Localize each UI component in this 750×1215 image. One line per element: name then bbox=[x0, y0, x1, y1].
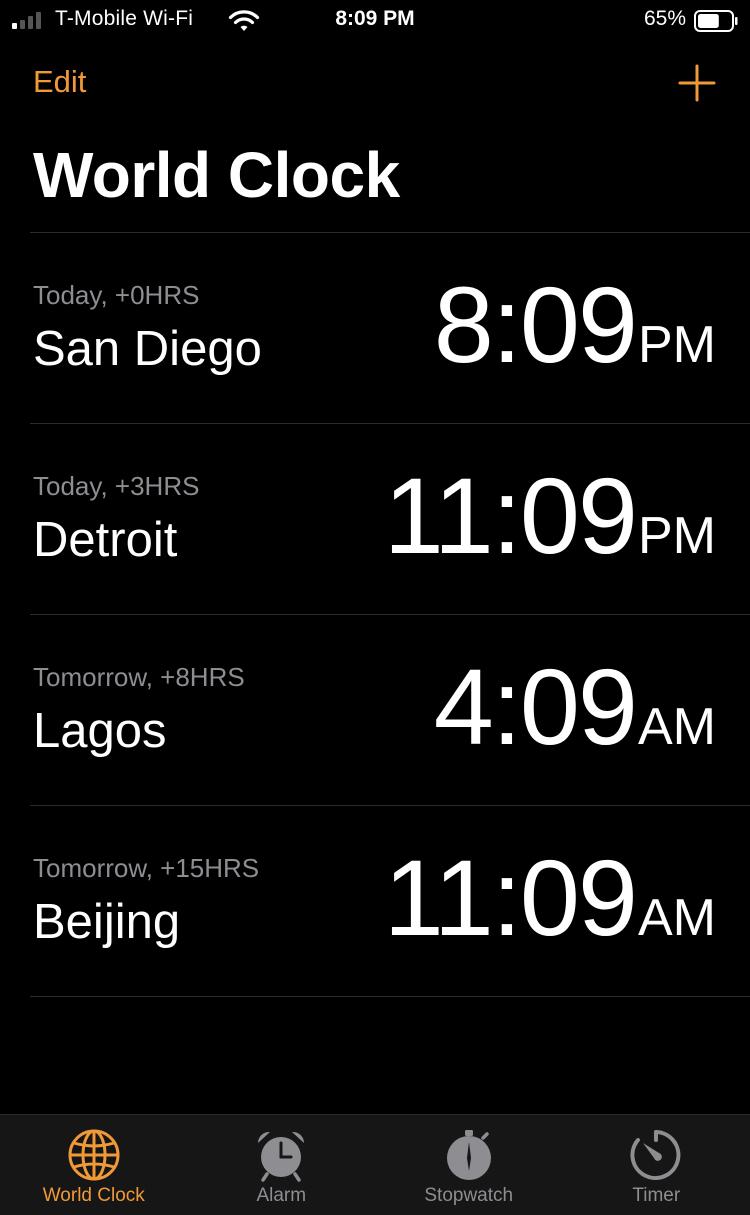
ampm-label: PM bbox=[638, 510, 716, 562]
stopwatch-icon bbox=[441, 1127, 497, 1183]
battery-percentage: 65% bbox=[644, 7, 686, 31]
time-digits: 11:09 bbox=[384, 844, 636, 952]
city-time: 4:09 AM bbox=[434, 653, 716, 761]
city-name: Beijing bbox=[33, 894, 180, 950]
status-time: 8:09 PM bbox=[0, 7, 750, 31]
timer-icon bbox=[628, 1127, 684, 1183]
ampm-label: AM bbox=[638, 701, 716, 753]
globe-icon bbox=[66, 1127, 122, 1183]
tab-world-clock[interactable]: World Clock bbox=[0, 1115, 188, 1215]
clock-row[interactable]: Tomorrow, +8HRS Lagos 4:09 AM bbox=[30, 615, 750, 806]
tab-label: Timer bbox=[632, 1185, 680, 1207]
city-name: Lagos bbox=[33, 703, 167, 759]
ampm-label: PM bbox=[638, 319, 716, 371]
city-time: 8:09 PM bbox=[434, 271, 716, 379]
clock-row[interactable]: Tomorrow, +15HRS Beijing 11:09 AM bbox=[30, 806, 750, 997]
tab-bar: World Clock Alarm Stopwatch Timer bbox=[0, 1114, 750, 1215]
time-offset-label: Tomorrow, +8HRS bbox=[33, 662, 245, 693]
city-time: 11:09 PM bbox=[384, 462, 716, 570]
edit-button[interactable]: Edit bbox=[33, 64, 86, 100]
time-digits: 11:09 bbox=[384, 462, 636, 570]
tab-timer[interactable]: Timer bbox=[563, 1115, 750, 1215]
time-offset-label: Today, +3HRS bbox=[33, 471, 199, 502]
clock-row[interactable]: Today, +3HRS Detroit 11:09 PM bbox=[30, 424, 750, 615]
time-digits: 8:09 bbox=[434, 271, 636, 379]
status-bar: T-Mobile Wi-Fi 8:09 PM 65% bbox=[0, 0, 750, 40]
time-offset-label: Tomorrow, +15HRS bbox=[33, 853, 259, 884]
city-name: Detroit bbox=[33, 512, 177, 568]
time-digits: 4:09 bbox=[434, 653, 636, 761]
world-clock-list: Today, +0HRS San Diego 8:09 PM Today, +3… bbox=[30, 232, 750, 997]
clock-row[interactable]: Today, +0HRS San Diego 8:09 PM bbox=[30, 233, 750, 424]
tab-label: World Clock bbox=[43, 1185, 145, 1207]
page-title: World Clock bbox=[33, 138, 400, 212]
city-time: 11:09 AM bbox=[384, 844, 716, 952]
alarm-clock-icon bbox=[253, 1127, 309, 1183]
tab-label: Alarm bbox=[256, 1185, 306, 1207]
tab-alarm[interactable]: Alarm bbox=[188, 1115, 376, 1215]
tab-stopwatch[interactable]: Stopwatch bbox=[375, 1115, 563, 1215]
time-offset-label: Today, +0HRS bbox=[33, 280, 199, 311]
city-name: San Diego bbox=[33, 321, 262, 377]
plus-icon[interactable] bbox=[678, 64, 716, 102]
battery-icon bbox=[694, 10, 738, 32]
ampm-label: AM bbox=[638, 892, 716, 944]
tab-label: Stopwatch bbox=[424, 1185, 513, 1207]
